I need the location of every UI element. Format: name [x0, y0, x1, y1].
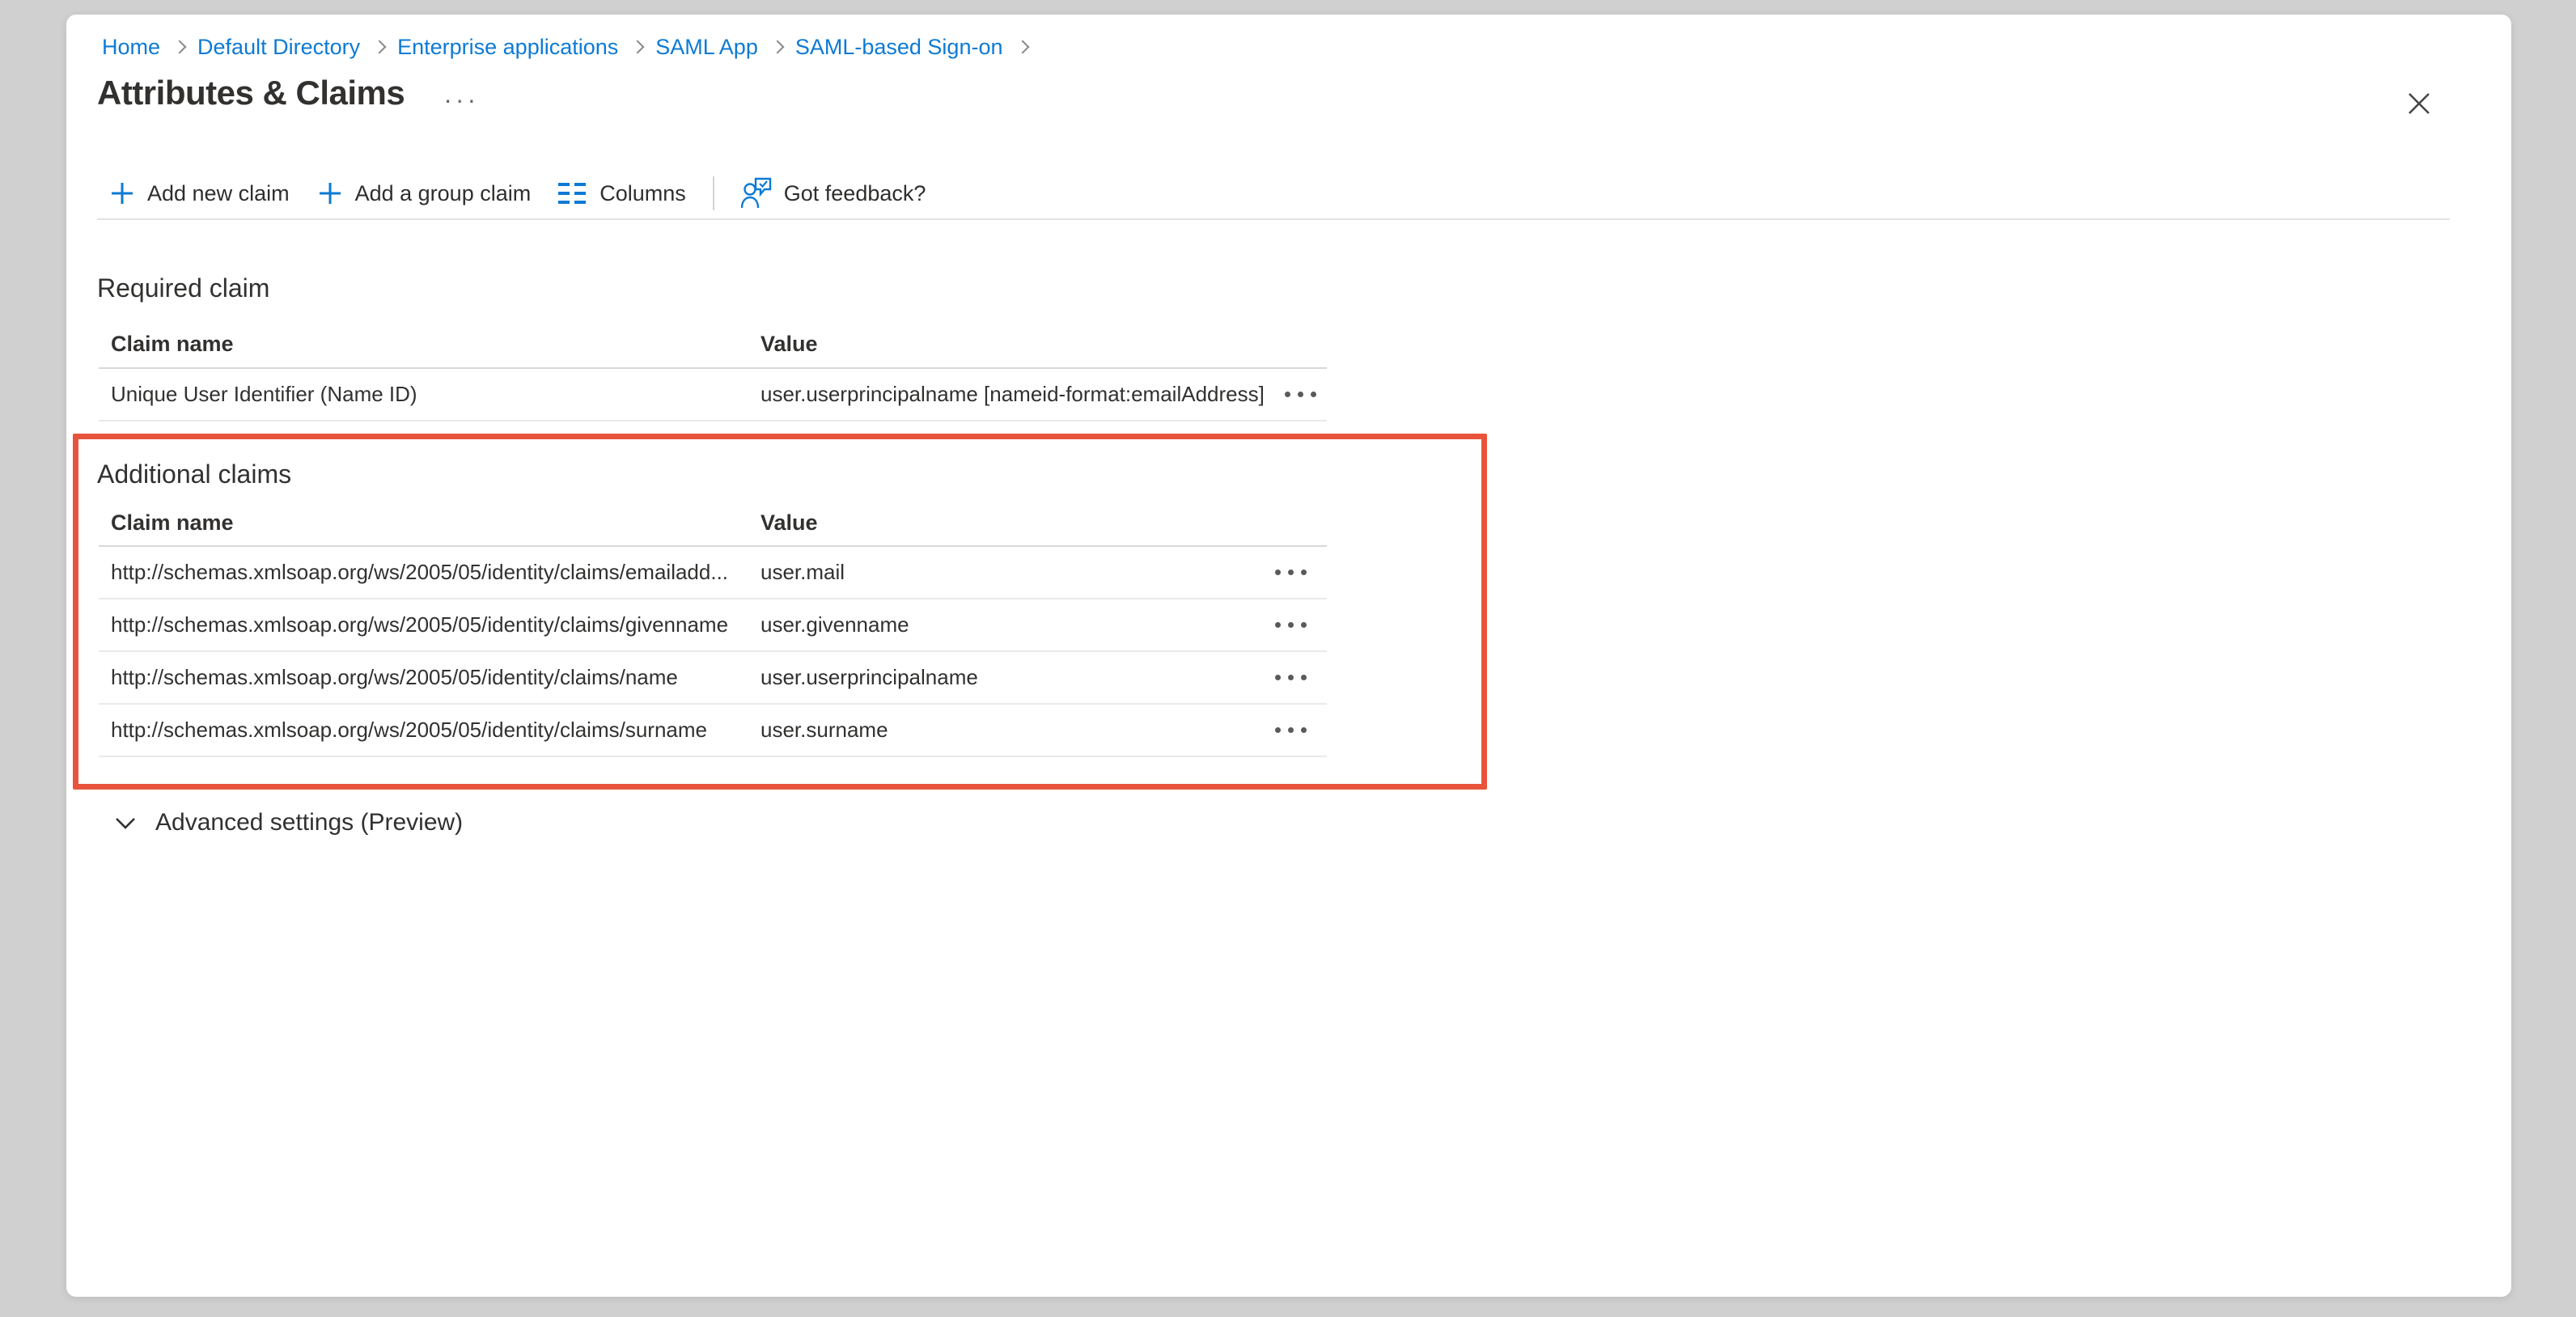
- row-menu-button[interactable]: [1270, 719, 1311, 741]
- table-row[interactable]: http://schemas.xmlsoap.org/ws/2005/05/id…: [99, 705, 1327, 757]
- desktop-background: { "breadcrumb": { "items": ["Home", "Def…: [0, 0, 2576, 1317]
- columns-icon: [558, 181, 587, 205]
- plus-icon: [109, 180, 135, 206]
- claim-name-cell: http://schemas.xmlsoap.org/ws/2005/05/id…: [99, 612, 761, 637]
- row-menu-button[interactable]: [1280, 383, 1321, 405]
- claim-name-cell: http://schemas.xmlsoap.org/ws/2005/05/id…: [99, 665, 761, 690]
- chevron-right-icon: [1015, 40, 1029, 54]
- title-row: Attributes & Claims ···: [97, 70, 479, 116]
- breadcrumb-saml-based-sign-on[interactable]: SAML-based Sign-on: [795, 35, 1003, 60]
- toolbar-button-label: Got feedback?: [784, 181, 926, 206]
- plus-icon: [317, 180, 343, 206]
- claim-value-cell: user.surname: [761, 718, 1254, 743]
- ellipsis-icon: [1285, 392, 1316, 397]
- claim-value-cell: user.userprincipalname [nameid-format:em…: [761, 382, 1265, 407]
- column-header-claim-name: Claim name: [99, 510, 761, 536]
- ellipsis-icon: [1275, 675, 1307, 680]
- ellipsis-icon: [1275, 570, 1307, 575]
- context-menu-button[interactable]: ···: [443, 87, 479, 112]
- toolbar-button-label: Add a group claim: [355, 181, 532, 206]
- column-header-value: Value: [761, 332, 1254, 357]
- required-claim-heading: Required claim: [97, 270, 269, 306]
- claim-value-cell: user.userprincipalname: [761, 665, 1254, 690]
- breadcrumb: Home Default Directory Enterprise applic…: [102, 32, 1040, 61]
- additional-claims-table: Claim name Value http://schemas.xmlsoap.…: [99, 500, 1327, 757]
- row-menu-button[interactable]: [1270, 561, 1311, 583]
- column-header-value: Value: [761, 510, 1254, 536]
- close-button[interactable]: [2398, 83, 2440, 125]
- toolbar-divider-line: [97, 218, 2450, 220]
- attributes-claims-blade: Home Default Directory Enterprise applic…: [66, 15, 2511, 1297]
- chevron-right-icon: [770, 40, 784, 54]
- row-menu-button[interactable]: [1270, 614, 1311, 636]
- table-header-row: Claim name Value: [99, 320, 1327, 369]
- breadcrumb-default-directory[interactable]: Default Directory: [197, 35, 360, 60]
- ellipsis-icon: [1275, 727, 1307, 733]
- table-header-row: Claim name Value: [99, 500, 1327, 547]
- claim-value-cell: user.givenname: [761, 612, 1254, 637]
- toolbar-divider: [713, 176, 714, 210]
- close-icon: [2406, 91, 2432, 116]
- claim-value-cell: user.mail: [761, 560, 1254, 585]
- row-menu-button[interactable]: [1270, 667, 1311, 688]
- table-row[interactable]: http://schemas.xmlsoap.org/ws/2005/05/id…: [99, 599, 1327, 652]
- chevron-down-icon: [113, 811, 138, 835]
- page-title: Attributes & Claims: [97, 70, 405, 116]
- toolbar-button-label: Columns: [600, 181, 686, 206]
- ellipsis-icon: [1275, 622, 1307, 628]
- breadcrumb-home[interactable]: Home: [102, 35, 160, 60]
- breadcrumb-saml-app[interactable]: SAML App: [655, 35, 758, 60]
- add-group-claim-button[interactable]: Add a group claim: [303, 171, 545, 216]
- chevron-right-icon: [173, 40, 187, 54]
- advanced-settings-label: Advanced settings (Preview): [155, 809, 463, 836]
- breadcrumb-enterprise-applications[interactable]: Enterprise applications: [397, 35, 618, 60]
- claim-name-cell: Unique User Identifier (Name ID): [99, 382, 761, 407]
- additional-claims-heading: Additional claims: [97, 456, 291, 492]
- add-new-claim-button[interactable]: Add new claim: [97, 171, 303, 216]
- column-header-claim-name: Claim name: [99, 332, 761, 357]
- claim-name-cell: http://schemas.xmlsoap.org/ws/2005/05/id…: [99, 718, 761, 743]
- advanced-settings-toggle[interactable]: Advanced settings (Preview): [113, 802, 463, 843]
- toolbar-button-label: Add new claim: [147, 181, 290, 206]
- required-claim-table: Claim name Value Unique User Identifier …: [99, 320, 1327, 421]
- got-feedback-button[interactable]: Got feedback?: [727, 171, 940, 216]
- table-row[interactable]: http://schemas.xmlsoap.org/ws/2005/05/id…: [99, 547, 1327, 599]
- toolbar: Add new claim Add a group claim Columns: [97, 168, 939, 218]
- feedback-icon: [741, 177, 772, 210]
- chevron-right-icon: [631, 40, 645, 54]
- table-row[interactable]: Unique User Identifier (Name ID) user.us…: [99, 369, 1327, 421]
- chevron-right-icon: [373, 40, 387, 54]
- claim-name-cell: http://schemas.xmlsoap.org/ws/2005/05/id…: [99, 560, 761, 585]
- table-row[interactable]: http://schemas.xmlsoap.org/ws/2005/05/id…: [99, 652, 1327, 705]
- columns-button[interactable]: Columns: [544, 171, 700, 216]
